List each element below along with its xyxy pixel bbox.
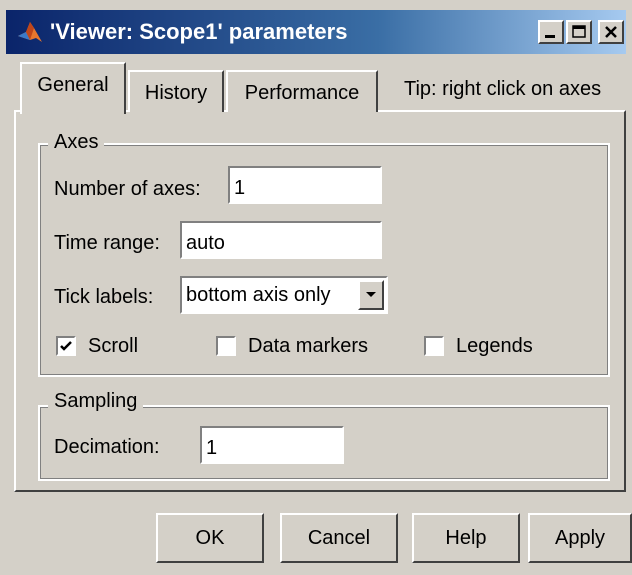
checkmark-icon	[60, 341, 72, 351]
cancel-button[interactable]: Cancel	[280, 513, 398, 563]
tab-history-label: History	[144, 82, 208, 104]
scroll-checkbox[interactable]	[56, 336, 76, 356]
tick-labels-label: Tick labels:	[54, 286, 154, 308]
tab-history[interactable]: History	[128, 70, 224, 112]
parameters-dialog: 'Viewer: Scope1' parameters General Hist…	[0, 0, 632, 575]
chevron-down-icon	[366, 292, 376, 297]
maximize-button[interactable]	[566, 20, 592, 44]
tab-general-label: General	[37, 74, 109, 96]
scroll-label: Scroll	[88, 335, 139, 357]
num-axes-label: Number of axes:	[54, 178, 201, 200]
tab-performance[interactable]: Performance	[226, 70, 378, 112]
decimation-label: Decimation:	[54, 436, 160, 458]
maximize-icon	[572, 25, 586, 38]
close-icon	[605, 26, 617, 38]
data-markers-label: Data markers	[248, 335, 369, 357]
tick-labels-select[interactable]: bottom axis only	[180, 276, 388, 314]
tab-performance-label: Performance	[244, 82, 360, 104]
num-axes-input[interactable]	[228, 166, 382, 204]
sampling-group-label: Sampling	[48, 390, 144, 413]
minimize-icon	[545, 35, 555, 38]
time-range-input[interactable]	[180, 221, 382, 259]
close-button[interactable]	[598, 20, 624, 44]
matlab-logo-icon	[18, 22, 42, 42]
time-range-label: Time range:	[54, 232, 160, 254]
help-button[interactable]: Help	[412, 513, 520, 563]
tick-labels-dropdown-button[interactable]	[358, 280, 384, 310]
legends-label: Legends	[456, 335, 533, 357]
tab-general[interactable]: General	[20, 62, 126, 114]
tick-labels-value: bottom axis only	[186, 284, 331, 306]
title-bar[interactable]: 'Viewer: Scope1' parameters	[6, 10, 626, 54]
legends-checkbox[interactable]	[424, 336, 444, 356]
data-markers-checkbox[interactable]	[216, 336, 236, 356]
tip-text: Tip: right click on axes	[404, 78, 602, 100]
minimize-button[interactable]	[538, 20, 564, 44]
decimation-input[interactable]	[200, 426, 344, 464]
apply-button[interactable]: Apply	[528, 513, 632, 563]
ok-button[interactable]: OK	[156, 513, 264, 563]
axes-group-label: Axes	[48, 131, 105, 154]
window-title: 'Viewer: Scope1' parameters	[50, 19, 348, 44]
